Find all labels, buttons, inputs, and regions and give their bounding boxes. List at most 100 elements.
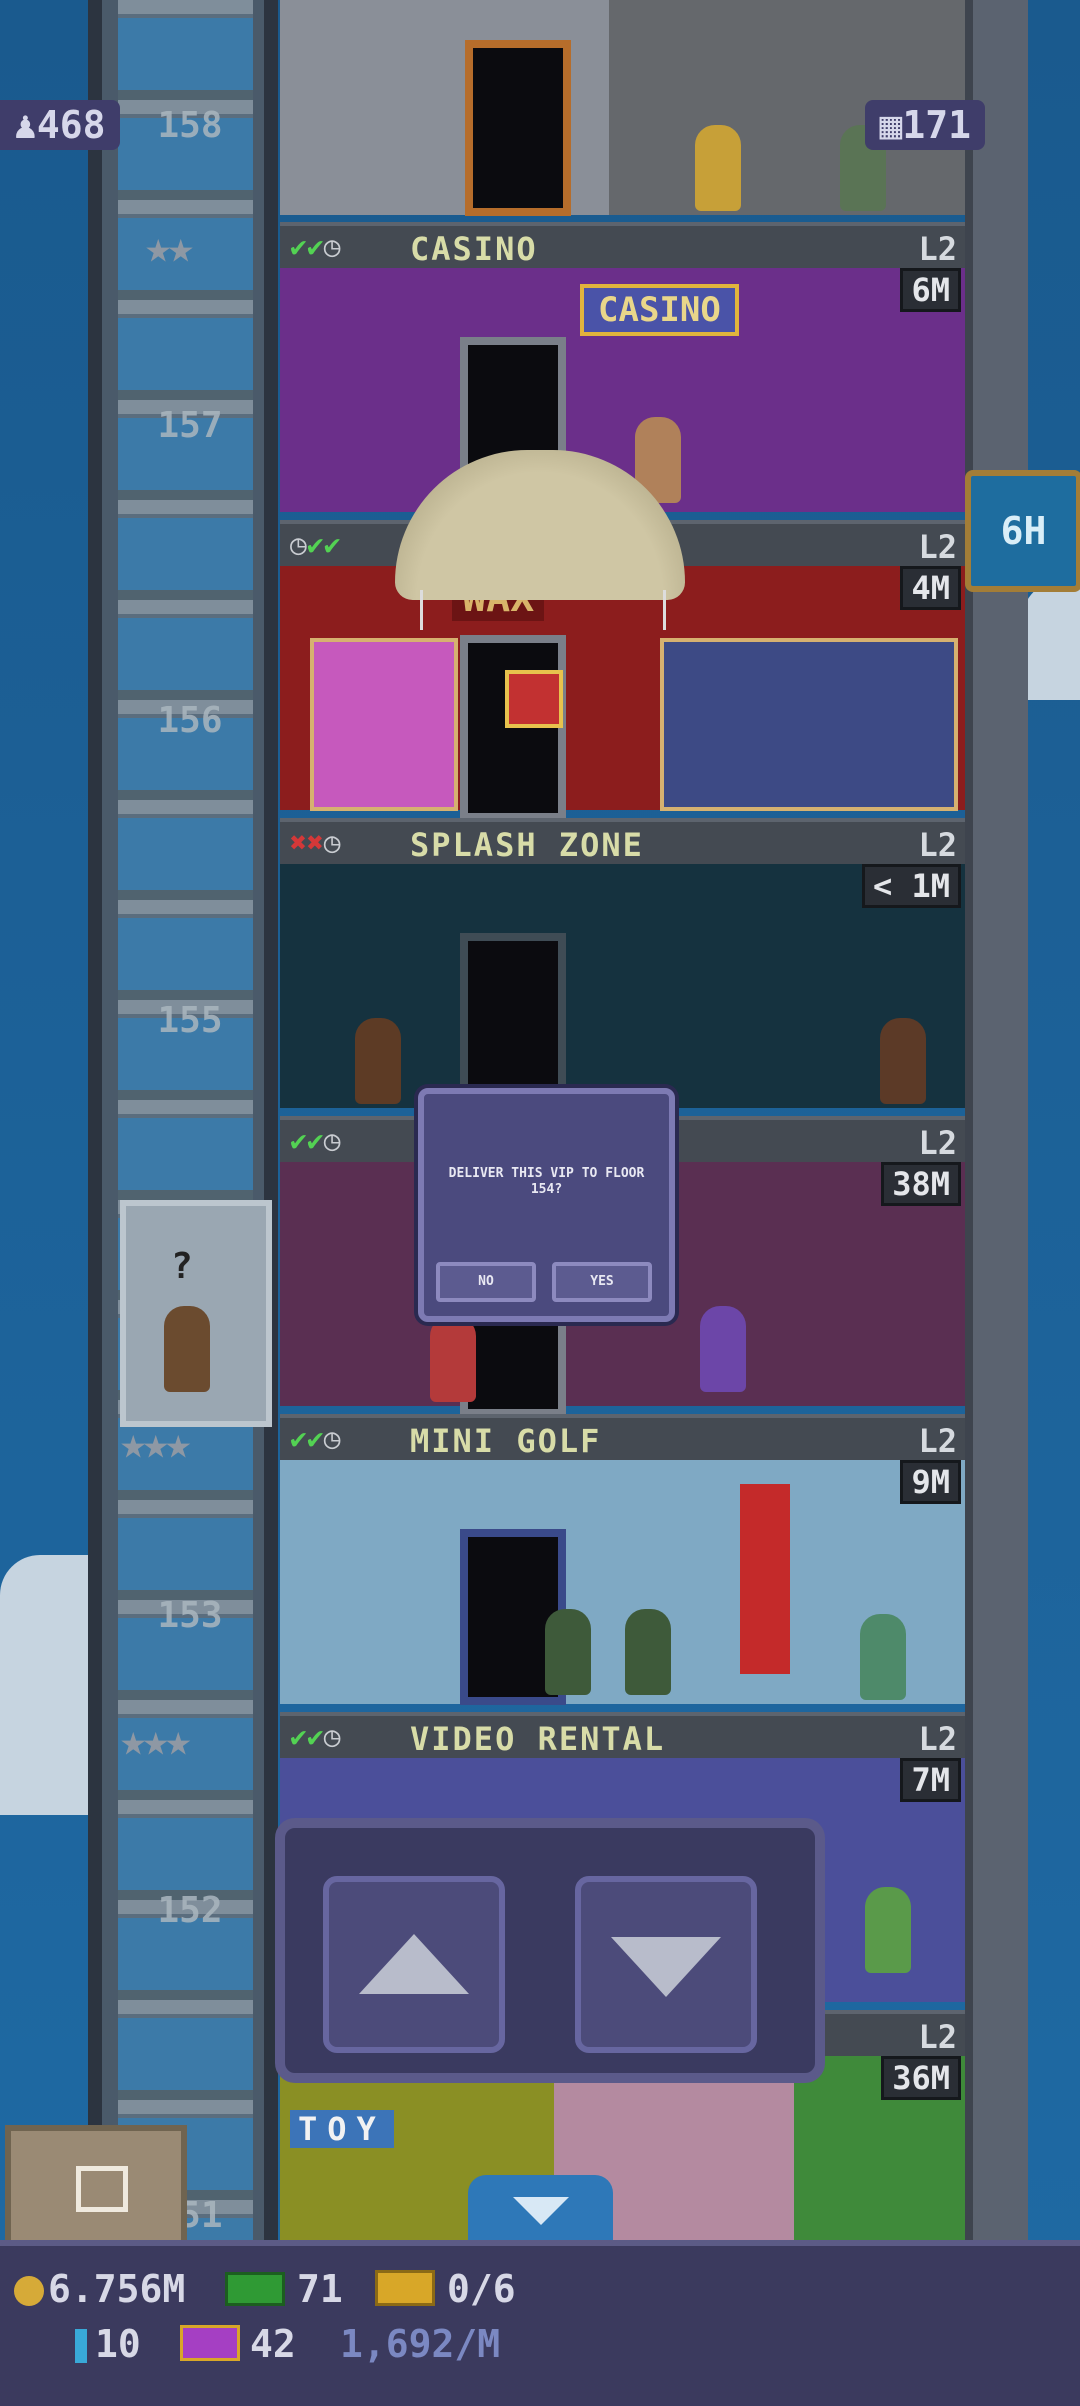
person-icon: ♟ <box>14 103 37 147</box>
resident <box>865 1887 911 1973</box>
stock-badge: 36M <box>881 2056 961 2100</box>
parachute-lines <box>420 590 666 630</box>
floor-level: L2 <box>918 1124 957 1162</box>
gift-box-icon[interactable] <box>505 670 563 728</box>
resident <box>625 1609 671 1695</box>
crate-icon <box>76 2166 128 2212</box>
floor-mini-golf[interactable]: ✔✔◷ MINI GOLF L2 9M <box>280 1414 965 1705</box>
elevator-control-panel <box>275 1818 825 2083</box>
status-icons: ✔✔◷ <box>290 1124 341 1157</box>
windmill-icon <box>740 1484 790 1674</box>
floor-counter[interactable]: ▦171 <box>865 100 985 150</box>
stock-badge: 7M <box>900 1758 961 1802</box>
stock-badge: 38M <box>881 1162 961 1206</box>
vip-dialog: DELIVER THIS VIP TO FLOOR 154? NO YES <box>418 1088 675 1322</box>
yes-button[interactable]: YES <box>552 1262 652 1302</box>
floor-number: 156 <box>157 700 223 741</box>
up-button[interactable] <box>323 1876 505 2053</box>
stock-badge: 6M <box>900 268 961 312</box>
bux-bill-icon <box>225 2272 285 2306</box>
stock-badge: < 1M <box>861 864 961 908</box>
population-counter[interactable]: ♟468 <box>0 100 120 150</box>
floor-number: 155 <box>157 1000 223 1041</box>
status-icons: ✔✔◷ <box>290 1422 341 1455</box>
up-arrow-icon <box>359 1934 469 1994</box>
building-icon: ▦ <box>879 103 903 147</box>
resource-bar: 6.756M 71 0/6 10 42 1,692/M <box>0 2240 1080 2406</box>
elevator-car[interactable]: ? <box>120 1200 272 1427</box>
floor-number: 153 <box>157 1595 223 1636</box>
resident <box>880 1018 926 1104</box>
door <box>465 40 571 216</box>
no-button[interactable]: NO <box>436 1262 536 1302</box>
question-bubble: ? <box>171 1246 193 1287</box>
down-button[interactable] <box>575 1876 757 2053</box>
population-value: 468 <box>36 103 106 147</box>
resident <box>860 1614 906 1700</box>
status-icons: ✔✔◷ <box>290 230 341 263</box>
floor-header: ✔✔◷ MINI GOLF L2 <box>280 1414 965 1460</box>
floor-number: 152 <box>157 1890 223 1931</box>
floor-name: VIDEO RENTAL <box>410 1720 666 1758</box>
floor-level: L2 <box>918 1422 957 1460</box>
timer-badge[interactable]: 6H <box>965 470 1080 592</box>
star-rating: ★★★ <box>120 1715 192 1766</box>
tower-wall <box>965 0 1028 2240</box>
floor-number: 157 <box>157 405 223 446</box>
tower-bux-icon <box>75 2329 87 2363</box>
wax-display <box>660 638 958 811</box>
ticket-icon <box>375 2270 435 2306</box>
resident <box>700 1306 746 1392</box>
tower-bux-stat[interactable]: 10 <box>75 2321 141 2367</box>
floor-header: ✔✔◷ CASINO L2 <box>280 222 965 268</box>
status-icons: ◷✔✔ <box>290 528 341 561</box>
vip-passenger <box>164 1306 210 1392</box>
floor-name: MINI GOLF <box>410 1422 602 1460</box>
shaft-rail <box>88 0 102 2240</box>
resident <box>545 1609 591 1695</box>
casino-sign: CASINO <box>580 284 739 336</box>
coin-icon <box>14 2276 44 2306</box>
dialog-message: DELIVER THIS VIP TO FLOOR 154? <box>448 1166 645 1197</box>
stock-badge: 4M <box>900 566 961 610</box>
golden-tickets-value: 42 <box>250 2322 296 2366</box>
floor-level: L2 <box>918 826 957 864</box>
cloud <box>1022 580 1080 700</box>
golden-tickets-stat[interactable]: 42 <box>180 2321 296 2367</box>
down-arrow-icon <box>611 1937 721 1997</box>
floor-name: SPLASH ZONE <box>410 826 644 864</box>
floor-splash-zone[interactable]: ✖✖◷ SPLASH ZONE L2 < 1M <box>280 818 965 1119</box>
status-icons: ✖✖◷ <box>290 826 341 859</box>
resident <box>430 1316 476 1402</box>
stock-badge: 9M <box>900 1460 961 1504</box>
status-icons: ✔✔◷ <box>290 1720 341 1753</box>
wax-display <box>310 638 458 811</box>
toy-sign: TOY <box>290 2110 394 2148</box>
bux-bills-stat[interactable]: 71 <box>225 2266 343 2312</box>
resident <box>355 1018 401 1104</box>
bux-bills-value: 71 <box>297 2267 343 2311</box>
floor-number: 158 <box>157 105 223 146</box>
tower-bux-value: 10 <box>95 2322 141 2366</box>
floor-level: L2 <box>918 230 957 268</box>
coins-value: 6.756M <box>48 2267 186 2311</box>
floor-casino[interactable]: ✔✔◷ CASINO L2 6M CASINO <box>280 222 965 523</box>
resident <box>695 125 741 211</box>
tickets-value: 0/6 <box>447 2267 516 2311</box>
coins-stat[interactable]: 6.756M <box>14 2266 185 2312</box>
tickets-stat[interactable]: 0/6 <box>375 2266 516 2312</box>
golden-ticket-icon <box>180 2325 240 2361</box>
floor-header: ✔✔◷ VIDEO RENTAL L2 <box>280 1712 965 1758</box>
floor-level: L2 <box>918 2018 957 2056</box>
floor-name: CASINO <box>410 230 538 268</box>
floor-partial-top[interactable] <box>280 0 965 216</box>
floor-level: L2 <box>918 1720 957 1758</box>
cloud <box>0 1555 90 1815</box>
floor-header: ✖✖◷ SPLASH ZONE L2 <box>280 818 965 864</box>
menu-drawer-button[interactable] <box>468 2175 613 2240</box>
star-rating: ★★ <box>145 222 194 273</box>
inventory-crate-button[interactable] <box>5 2125 187 2252</box>
chevron-down-icon <box>513 2197 569 2225</box>
door <box>460 635 566 821</box>
floor-level: L2 <box>918 528 957 566</box>
